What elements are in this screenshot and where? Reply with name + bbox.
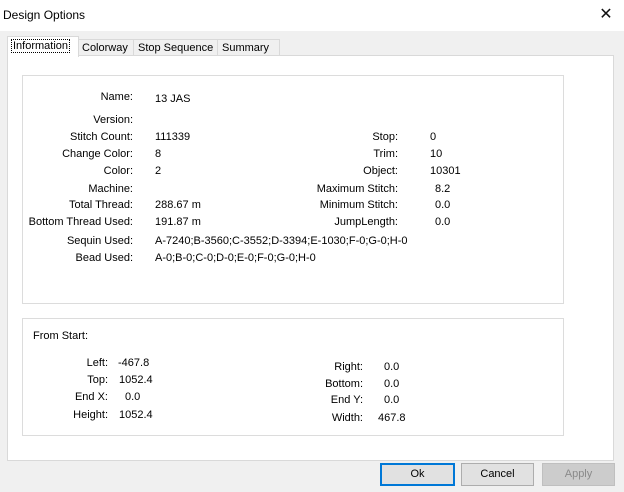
title-bar: Design Options ✕ <box>0 0 624 31</box>
end-x-label: End X: <box>74 391 108 403</box>
information-tab-page: Name: 13 JAS Version: Stitch Count: 1113… <box>7 55 614 461</box>
minimum-stitch-label: Minimum Stitch: <box>319 199 398 211</box>
right-value: 0.0 <box>384 361 400 373</box>
end-x-value: 0.0 <box>125 391 141 403</box>
bead-used-label: Bead Used: <box>75 252 133 264</box>
object-value: 10301 <box>430 165 461 177</box>
sequin-used-value: A-7240;B-3560;C-3552;D-3394;E-1030;F-0;G… <box>155 235 408 247</box>
bottom-thread-label: Bottom Thread Used: <box>28 216 133 228</box>
height-value: 1052.4 <box>119 409 153 421</box>
cancel-button[interactable]: Cancel <box>461 463 534 486</box>
stop-value: 0 <box>430 131 437 143</box>
ok-button[interactable]: Ok <box>380 463 455 486</box>
total-thread-label: Total Thread: <box>68 199 133 211</box>
bead-used-value: A-0;B-0;C-0;D-0;E-0;F-0;G-0;H-0 <box>155 252 316 264</box>
left-label: Left: <box>86 357 108 369</box>
name-label: Name: <box>100 91 133 103</box>
close-icon[interactable]: ✕ <box>592 3 620 27</box>
width-value: 467.8 <box>378 412 406 424</box>
tab-information[interactable]: Information <box>7 36 79 57</box>
stop-label: Stop: <box>372 131 398 143</box>
minimum-stitch-value: 0.0 <box>435 199 451 211</box>
end-y-label: End Y: <box>330 394 363 406</box>
width-label: Width: <box>331 412 363 424</box>
color-label: Color: <box>103 165 133 177</box>
dialog-body: Information Colorway Stop Sequence Summa… <box>0 31 624 492</box>
change-color-value: 8 <box>155 148 162 160</box>
version-label: Version: <box>93 114 133 126</box>
end-y-value: 0.0 <box>384 394 400 406</box>
height-label: Height: <box>73 409 108 421</box>
stitch-count-value: 111339 <box>155 131 191 143</box>
sequin-used-label: Sequin Used: <box>66 235 133 247</box>
jump-length-value: 0.0 <box>435 216 451 228</box>
color-value: 2 <box>155 165 162 177</box>
bottom-label: Bottom: <box>325 378 363 390</box>
left-value: -467.8 <box>118 357 150 369</box>
jump-length-label: JumpLength: <box>334 216 398 228</box>
top-value: 1052.4 <box>119 374 153 386</box>
trim-label: Trim: <box>373 148 398 160</box>
maximum-stitch-label: Maximum Stitch: <box>316 183 398 195</box>
apply-button[interactable]: Apply <box>542 463 615 486</box>
right-label: Right: <box>334 361 363 373</box>
name-value: 13 JAS <box>155 93 191 105</box>
from-start-heading: From Start: <box>33 330 89 342</box>
bottom-value: 0.0 <box>384 378 400 390</box>
object-label: Object: <box>363 165 398 177</box>
trim-value: 10 <box>430 148 443 160</box>
maximum-stitch-value: 8.2 <box>435 183 451 195</box>
from-start-group: From Start: Left: -467.8 Top: 1052.4 End… <box>22 318 564 436</box>
stitch-count-label: Stitch Count: <box>70 131 133 143</box>
window-title: Design Options <box>3 8 86 22</box>
design-info-group: Name: 13 JAS Version: Stitch Count: 1113… <box>22 75 564 304</box>
change-color-label: Change Color: <box>62 148 133 160</box>
top-label: Top: <box>87 374 108 386</box>
bottom-thread-value: 191.87 m <box>155 216 201 228</box>
total-thread-value: 288.67 m <box>155 199 201 211</box>
design-options-dialog: Design Options ✕ Information Colorway St… <box>0 0 624 492</box>
machine-label: Machine: <box>88 183 133 195</box>
